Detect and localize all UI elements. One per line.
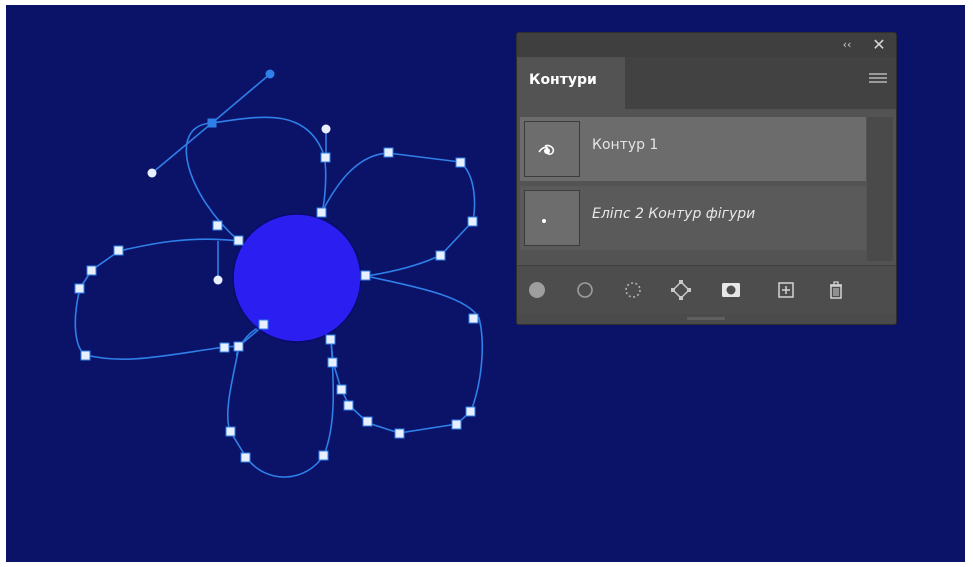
- anchor-point: [318, 450, 329, 461]
- handle-point: [265, 69, 275, 79]
- handle-point: [147, 168, 157, 178]
- petal-path-left: [74, 238, 265, 360]
- anchor-point: [336, 384, 347, 395]
- anchor-point: [360, 270, 371, 281]
- anchor-point: [258, 319, 269, 330]
- path-thumbnail: [524, 121, 580, 177]
- ellipse-shape: [232, 213, 362, 343]
- anchor-point: [233, 341, 244, 352]
- path-label: Еліпс 2 Контур фігури: [592, 206, 756, 222]
- anchor-point: [74, 283, 85, 294]
- anchor-point: [465, 406, 476, 417]
- make-work-path-icon[interactable]: [667, 276, 695, 304]
- create-new-path-icon[interactable]: [772, 276, 800, 304]
- panel-title-bar[interactable]: ‹‹ ✕: [517, 33, 896, 57]
- anchor-point-selected: [207, 118, 217, 128]
- tab-paths[interactable]: Контури: [517, 57, 625, 109]
- anchor-point: [225, 426, 236, 437]
- anchor-point: [383, 147, 394, 158]
- path-row-2[interactable]: Еліпс 2 Контур фігури: [520, 186, 866, 250]
- anchor-point: [212, 220, 223, 231]
- stroke-path-icon[interactable]: [571, 276, 599, 304]
- anchor-point: [343, 400, 354, 411]
- paths-panel: ‹‹ ✕ Контури Контур 1 Еліпс 2 Контур фіг…: [516, 32, 897, 325]
- path-label: Контур 1: [592, 137, 659, 153]
- anchor-point: [325, 334, 336, 345]
- scrollbar-track[interactable]: [867, 117, 893, 261]
- anchor-point: [86, 265, 97, 276]
- path-thumbnail: [524, 190, 580, 246]
- panel-menu-icon[interactable]: [869, 73, 887, 87]
- load-path-as-selection-icon[interactable]: [619, 276, 647, 304]
- paths-list: Контур 1 Еліпс 2 Контур фігури: [520, 117, 867, 261]
- add-mask-icon[interactable]: [717, 276, 745, 304]
- anchor-point: [468, 313, 479, 324]
- panel-footer-toolbar: [517, 265, 896, 314]
- anchor-point: [316, 207, 327, 218]
- anchor-point: [362, 416, 373, 427]
- anchor-point: [435, 250, 446, 261]
- collapse-panel-icon[interactable]: ‹‹: [839, 37, 855, 53]
- anchor-point: [233, 235, 244, 246]
- anchor-point: [80, 350, 91, 361]
- close-icon[interactable]: ✕: [869, 35, 889, 55]
- fill-path-icon[interactable]: [523, 276, 551, 304]
- anchor-point: [467, 216, 478, 227]
- anchor-point: [113, 245, 124, 256]
- panel-tab-bar: Контури: [517, 57, 896, 109]
- anchor-point: [455, 157, 466, 168]
- anchor-point: [451, 419, 462, 430]
- delete-path-icon[interactable]: [822, 276, 850, 304]
- panel-resize-grip[interactable]: [517, 314, 896, 324]
- handle-point: [321, 124, 331, 134]
- anchor-point: [240, 452, 251, 463]
- anchor-point: [320, 152, 331, 163]
- anchor-point: [394, 428, 405, 439]
- path-row-1[interactable]: Контур 1: [520, 117, 866, 181]
- handle-point: [213, 275, 223, 285]
- anchor-point: [327, 357, 338, 368]
- anchor-point: [219, 342, 230, 353]
